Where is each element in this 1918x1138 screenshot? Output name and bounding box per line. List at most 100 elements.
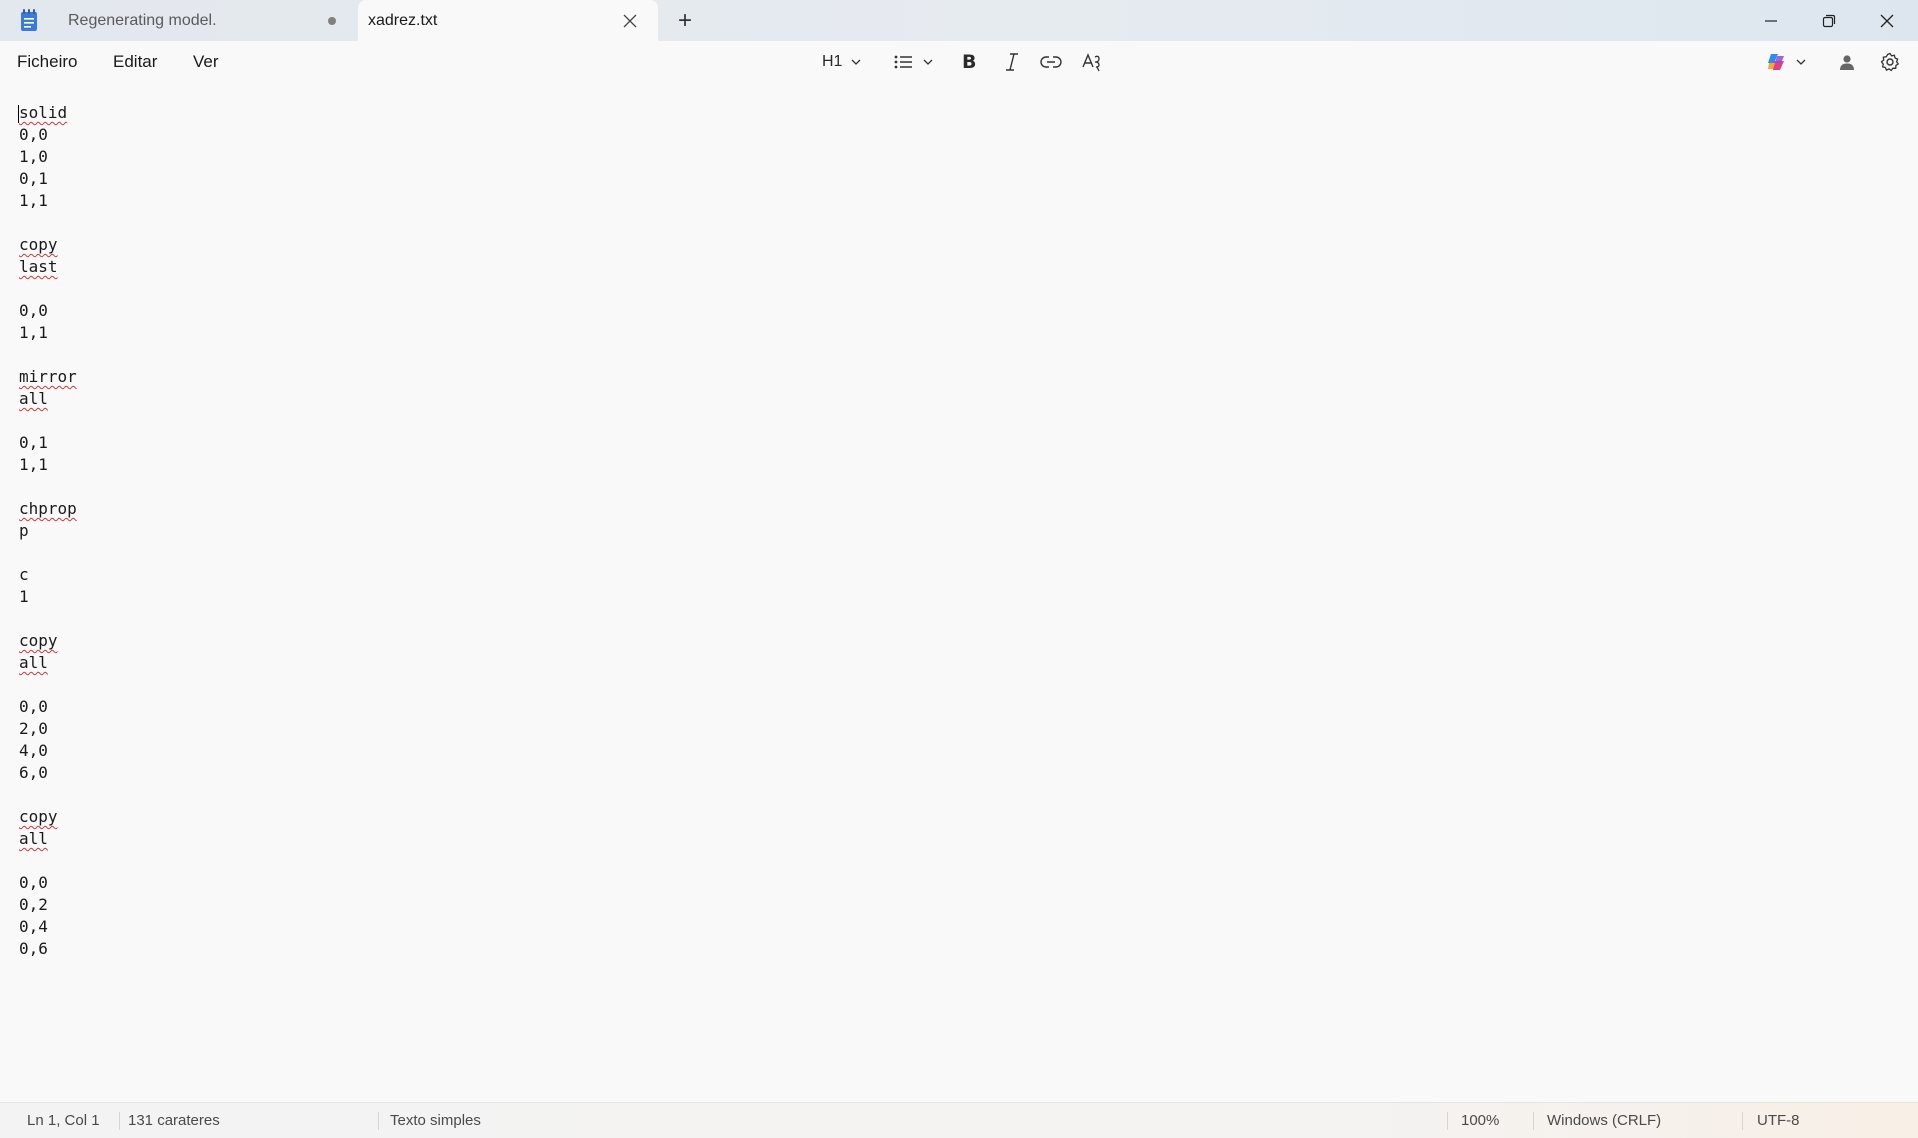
character-count: 131 carateres [128,1112,220,1129]
document-line: 0,0 [19,872,77,894]
document-line: mirror [19,366,77,388]
close-window-button[interactable] [1858,0,1916,41]
document-line: c [19,564,77,586]
copilot-dropdown[interactable] [1765,49,1807,75]
misspelled-word: copy [19,807,58,826]
line-ending[interactable]: Windows (CRLF) [1547,1112,1661,1129]
status-divider [1447,1112,1448,1130]
text-format[interactable]: Texto simples [390,1112,481,1129]
italic-icon [1006,53,1018,71]
document-line: all [19,652,77,674]
tab-label: xadrez.txt [368,11,438,29]
copilot-icon [1768,54,1784,70]
menu-view[interactable]: Ver [193,52,219,72]
zoom-level[interactable]: 100% [1461,1112,1499,1129]
list-dropdown[interactable] [894,49,934,75]
document-line: 0,2 [19,894,77,916]
restore-icon [1822,14,1836,27]
document-line: 0,1 [19,168,77,190]
document-line: last [19,256,77,278]
italic-button[interactable] [1003,49,1021,75]
unsaved-indicator-icon [328,17,336,25]
link-button[interactable] [1040,49,1062,75]
document-line: copy [19,234,77,256]
new-tab-button[interactable]: + [672,8,698,34]
document-line: 1,1 [19,454,77,476]
misspelled-word: copy [19,235,58,254]
status-divider [119,1112,120,1130]
link-icon [1040,56,1062,68]
document-line: 1,1 [19,322,77,344]
document-line: 2,0 [19,718,77,740]
clear-formatting-button[interactable] [1082,49,1104,75]
status-divider [378,1112,379,1130]
line-text: 0,0 [19,873,48,892]
document-line: copy [19,630,77,652]
document-line: 0,1 [19,432,77,454]
title-bar: Regenerating model. xadrez.txt + [0,0,1918,41]
line-text: c [19,565,29,584]
line-text: 0,0 [19,125,48,144]
document-line: 0,0 [19,696,77,718]
line-text: 0,2 [19,895,48,914]
settings-button[interactable] [1880,49,1900,75]
status-divider [1742,1112,1743,1130]
document-line: 0,0 [19,124,77,146]
minimize-button[interactable] [1742,0,1800,41]
chevron-down-icon [1796,59,1806,65]
misspelled-word: all [19,653,48,672]
text-caret [18,105,19,123]
line-text: 2,0 [19,719,48,738]
heading-label: H1 [822,53,843,70]
bulleted-list-icon [894,55,912,69]
document-line: 6,0 [19,762,77,784]
document-line: copy [19,806,77,828]
menu-file[interactable]: Ficheiro [17,52,77,72]
cursor-position[interactable]: Ln 1, Col 1 [27,1112,100,1129]
status-bar: Ln 1, Col 1 131 carateres Texto simples … [0,1102,1918,1138]
line-text: 1,1 [19,455,48,474]
misspelled-word: chprop [19,499,77,518]
misspelled-word: all [19,389,48,408]
minimize-icon [1765,19,1777,22]
line-text: 1,1 [19,323,48,342]
tab-xadrez-txt[interactable]: xadrez.txt [358,0,658,41]
account-icon [1840,55,1854,70]
status-divider [1533,1112,1534,1130]
misspelled-word: solid [19,103,68,122]
misspelled-word: all [19,829,48,848]
document-line: 1 [19,586,77,608]
restore-button[interactable] [1800,0,1858,41]
heading-dropdown[interactable]: H1 [822,49,862,75]
line-text: 0,6 [19,939,48,958]
encoding[interactable]: UTF-8 [1757,1112,1800,1129]
document-line: 0,0 [19,300,77,322]
line-text: 0,0 [19,697,48,716]
close-tab-icon[interactable] [620,11,640,31]
document-line: 4,0 [19,740,77,762]
tab-regenerating-model[interactable]: Regenerating model. [50,0,350,41]
text-editor[interactable]: solid 0,0 1,0 0,1 1,1 copy last 0,0 1,1 mirror all… [0,82,1918,1102]
menu-edit[interactable]: Editar [113,52,157,72]
document-text[interactable]: solid 0,0 1,0 0,1 1,1 copy last 0,0 1,1 mirror all… [18,102,77,960]
misspelled-word: copy [19,631,58,650]
document-line: all [19,828,77,850]
document-line: 1,1 [19,190,77,212]
line-text: 0,4 [19,917,48,936]
notepad-app-icon [21,9,37,31]
document-line: solid [18,102,77,124]
misspelled-word: last [19,257,58,276]
line-text: 4,0 [19,741,48,760]
misspelled-word: mirror [19,367,77,386]
account-button[interactable] [1838,49,1856,75]
document-line: 0,6 [19,938,77,960]
bold-button[interactable]: B [962,49,976,75]
